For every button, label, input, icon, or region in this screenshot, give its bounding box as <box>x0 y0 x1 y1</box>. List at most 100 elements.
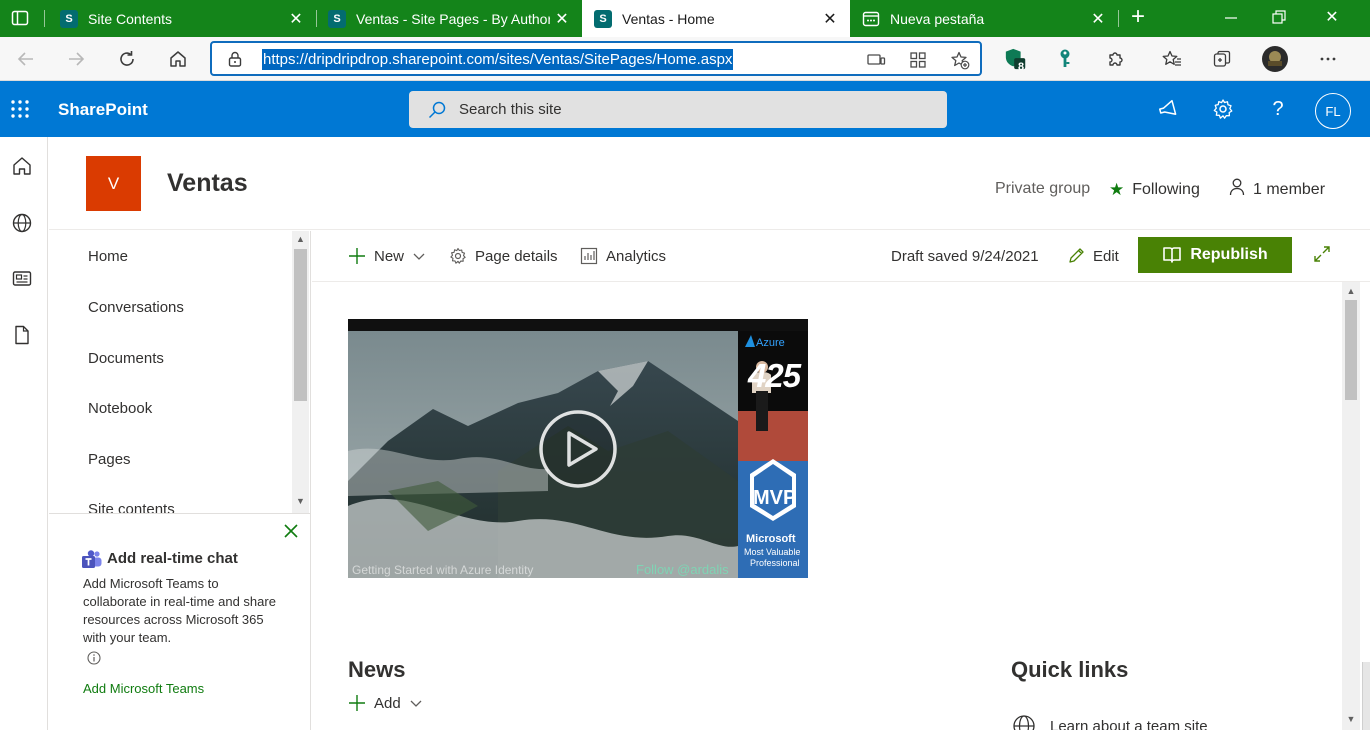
outer-scrollbar[interactable] <box>1362 662 1370 730</box>
info-icon[interactable] <box>87 651 101 665</box>
tab-site-contents[interactable]: S Site Contents ✕ <box>48 0 316 37</box>
site-left-navigation: Home Conversations Documents Notebook Pa… <box>49 231 311 730</box>
nav-scroll-thumb[interactable] <box>294 249 307 401</box>
search-placeholder: Search this site <box>459 101 562 118</box>
shield-extension-icon[interactable] <box>1004 47 1028 71</box>
new-label: New <box>374 247 405 265</box>
tab-new-tab[interactable]: Nueva pestaña ✕ <box>850 0 1118 37</box>
browser-toolbar: https://dripdripdrop.sharepoint.com/site… <box>0 37 1370 81</box>
globe-icon <box>1013 715 1035 730</box>
address-bar[interactable]: https://dripdripdrop.sharepoint.com/site… <box>210 41 982 76</box>
app-launcher-waffle-icon[interactable] <box>10 99 30 119</box>
nav-item-notebook[interactable]: Notebook <box>88 400 152 417</box>
edit-label: Edit <box>1093 247 1119 265</box>
site-header: V Ventas Private group ★ Following 1 mem… <box>49 137 1370 230</box>
page-command-bar: New Page details Analytics Draft saved 9… <box>312 231 1370 282</box>
page-scrollbar[interactable]: ▲ ▼ <box>1342 282 1360 730</box>
nav-item-conversations[interactable]: Conversations <box>88 299 184 316</box>
user-avatar[interactable]: FL <box>1315 93 1351 129</box>
favorites-icon[interactable] <box>1160 47 1184 71</box>
mvp-label: MVP <box>753 487 797 509</box>
home-icon[interactable] <box>166 47 190 71</box>
members-button[interactable]: 1 member <box>1229 178 1325 201</box>
tab-close-icon[interactable]: ✕ <box>550 9 574 29</box>
site-search-box[interactable]: Search this site <box>409 91 947 128</box>
nav-item-site-contents[interactable]: Site contents <box>88 501 175 513</box>
profile-avatar[interactable] <box>1261 45 1289 73</box>
close-promo-icon[interactable] <box>282 522 300 540</box>
news-icon[interactable] <box>11 268 33 290</box>
refresh-icon[interactable] <box>115 47 139 71</box>
chevron-down-icon <box>413 253 425 260</box>
more-menu-icon[interactable] <box>1316 47 1340 71</box>
site-title[interactable]: Ventas <box>167 169 248 198</box>
nav-item-documents[interactable]: Documents <box>88 350 164 367</box>
following-button[interactable]: ★ Following <box>1109 180 1200 200</box>
scroll-up-arrow-icon[interactable]: ▲ <box>296 235 305 244</box>
expand-diagonal-icon[interactable] <box>1312 244 1332 264</box>
sharepoint-home-icon[interactable] <box>11 155 33 177</box>
scroll-down-arrow-icon[interactable]: ▼ <box>1346 714 1356 724</box>
tab-ventas-home[interactable]: S Ventas - Home ✕ <box>582 0 850 37</box>
page-details-label: Page details <box>475 247 558 265</box>
site-logo[interactable]: V <box>86 156 141 211</box>
tab-close-icon[interactable]: ✕ <box>284 9 308 29</box>
nav-item-home[interactable]: Home <box>88 248 128 265</box>
key-extension-icon[interactable] <box>1053 47 1077 71</box>
app-rail <box>0 137 48 730</box>
files-document-icon[interactable] <box>11 324 33 346</box>
window-close-icon[interactable]: ✕ <box>1320 6 1344 30</box>
collections-icon[interactable] <box>1210 47 1234 71</box>
video-caption: Getting Started with Azure Identity <box>352 563 534 577</box>
sharepoint-favicon-icon: S <box>594 9 612 28</box>
new-button[interactable]: New <box>348 247 426 265</box>
back-arrow-icon[interactable] <box>14 47 38 71</box>
following-label: Following <box>1132 181 1200 198</box>
scroll-up-arrow-icon[interactable]: ▲ <box>1346 286 1356 296</box>
video-embed[interactable]: Azure 425 MVP Microsoft Most Valuable Pr… <box>348 319 808 578</box>
republish-label: Republish <box>1190 246 1268 263</box>
tab-title: Nueva pestaña <box>890 10 985 27</box>
forward-arrow-icon[interactable] <box>64 47 88 71</box>
page-scroll-thumb[interactable] <box>1345 300 1357 400</box>
analytics-button[interactable]: Analytics <box>580 247 666 265</box>
url-text[interactable]: https://dripdripdrop.sharepoint.com/site… <box>262 49 734 70</box>
sharepoint-brand[interactable]: SharePoint <box>58 100 148 120</box>
tab-close-icon[interactable]: ✕ <box>1086 9 1110 29</box>
mvp-line1: Most Valuable <box>744 547 801 557</box>
add-teams-link[interactable]: Add Microsoft Teams <box>83 681 204 696</box>
edit-button[interactable]: Edit <box>1067 247 1119 265</box>
tab-separator <box>1118 10 1119 27</box>
help-question-icon[interactable]: ? <box>1266 97 1290 121</box>
new-tab-favicon-icon <box>862 10 880 28</box>
group-privacy-label: Private group <box>995 180 1091 197</box>
lock-icon[interactable] <box>226 50 244 68</box>
news-section-title: News <box>348 657 406 682</box>
play-button-icon[interactable] <box>538 409 618 489</box>
add-favorite-icon[interactable] <box>950 50 970 70</box>
new-tab-plus-icon[interactable]: + <box>1126 5 1150 30</box>
add-news-button[interactable]: Add <box>348 694 423 712</box>
restore-icon[interactable] <box>1267 6 1291 30</box>
nav-item-pages[interactable]: Pages <box>88 451 131 468</box>
globe-sites-icon[interactable] <box>11 212 33 234</box>
device-icon[interactable] <box>866 50 886 70</box>
teams-promo-title: Add real-time chat <box>107 550 238 567</box>
settings-gear-icon[interactable] <box>1211 97 1235 121</box>
nav-list: Home Conversations Documents Notebook Pa… <box>49 231 292 513</box>
megaphone-feedback-icon[interactable] <box>1156 97 1180 121</box>
apps-grid-icon[interactable] <box>908 50 928 70</box>
republish-button[interactable]: Republish <box>1138 237 1292 273</box>
tab-close-icon[interactable]: ✕ <box>818 9 842 29</box>
nav-scrollbar[interactable]: ▲ ▼ <box>292 231 309 513</box>
page-details-button[interactable]: Page details <box>449 247 558 265</box>
extensions-puzzle-icon[interactable] <box>1104 47 1128 71</box>
outer-scroll-gutter <box>1360 282 1370 730</box>
minimize-icon[interactable] <box>1219 6 1243 30</box>
quick-link-item[interactable]: Learn about a team site <box>1012 714 1208 730</box>
tab-site-pages[interactable]: S Ventas - Site Pages - By Author ✕ <box>316 0 582 37</box>
scroll-down-arrow-icon[interactable]: ▼ <box>296 497 305 506</box>
gear-icon <box>450 247 466 264</box>
tab-actions-icon[interactable] <box>10 8 30 28</box>
azure-label: Azure <box>756 337 785 349</box>
